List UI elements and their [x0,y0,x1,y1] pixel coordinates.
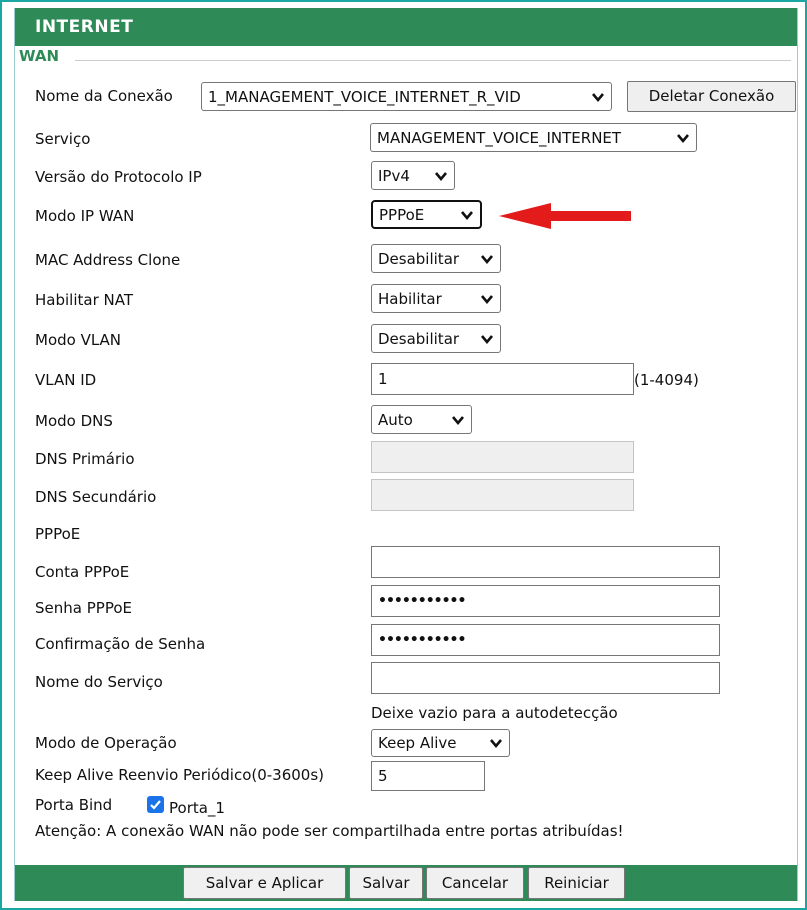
operation-mode-select[interactable]: Keep Alive [371,729,510,757]
wan-ip-mode-select[interactable]: PPPoE [371,200,482,229]
chevron-down-icon [481,294,493,304]
dns-mode-value: Auto [378,410,413,429]
connection-name-select[interactable]: 1_MANAGEMENT_VOICE_INTERNET_R_VID [201,82,612,111]
wan-legend: WAN [19,47,66,65]
port-1-checkbox[interactable] [147,796,164,813]
operation-mode-value: Keep Alive [378,734,457,752]
service-name-label: Nome do Serviço [35,673,163,691]
wan-ip-mode-label: Modo IP WAN [35,207,135,225]
wan-ip-mode-value: PPPoE [379,205,425,224]
chevron-down-icon [677,133,689,143]
nat-select[interactable]: Habilitar [371,284,501,313]
checkmark-icon [150,800,161,810]
dns-secondary-label: DNS Secundário [35,488,157,506]
mac-clone-label: MAC Address Clone [35,251,181,269]
ip-version-select[interactable]: IPv4 [371,161,455,190]
restart-button[interactable]: Reiniciar [528,867,625,899]
service-select[interactable]: MANAGEMENT_VOICE_INTERNET [370,123,697,152]
mac-clone-value: Desabilitar [378,249,460,268]
service-value: MANAGEMENT_VOICE_INTERNET [377,128,622,147]
ip-version-value: IPv4 [378,166,410,185]
mac-clone-select[interactable]: Desabilitar [371,244,501,273]
ip-version-label: Versão do Protocolo IP [35,168,202,186]
chevron-down-icon [481,334,493,344]
connection-name-value: 1_MANAGEMENT_VOICE_INTERNET_R_VID [208,87,521,106]
chevron-down-icon [461,210,473,220]
save-button[interactable]: Salvar [349,867,423,899]
service-name-input[interactable] [371,662,720,694]
vlan-mode-value: Desabilitar [378,329,460,348]
password-confirm-label: Confirmação de Senha [35,635,206,653]
internet-panel: INTERNET WAN Nome da Conexão 1_MANAGEMEN… [14,8,798,901]
legend-divider [75,60,791,61]
vlan-id-label: VLAN ID [35,371,97,389]
password-confirm-input[interactable]: ••••••••••• [371,624,720,656]
nat-value: Habilitar [378,289,442,308]
service-name-hint: Deixe vazio para a autodetecção [371,704,618,722]
save-apply-button[interactable]: Salvar e Aplicar [183,867,346,899]
pppoe-password-input[interactable]: ••••••••••• [371,585,720,617]
dns-secondary-input[interactable] [371,479,634,511]
vlan-id-input[interactable]: 1 [371,363,634,395]
dns-primary-input[interactable] [371,441,634,473]
port-bind-label: Porta Bind [35,796,113,814]
section-header: INTERNET [15,8,797,46]
keep-alive-input[interactable]: 5 [371,761,485,791]
connection-name-label: Nome da Conexão [35,87,173,105]
port-1-label: Porta_1 [169,799,225,817]
nat-label: Habilitar NAT [35,291,133,309]
dns-mode-label: Modo DNS [35,412,113,430]
pppoe-account-input[interactable] [371,546,720,578]
operation-mode-label: Modo de Operação [35,734,177,752]
chevron-down-icon [490,739,502,749]
service-label: Serviço [35,130,91,148]
pppoe-password-label: Senha PPPoE [35,599,132,617]
vlan-mode-label: Modo VLAN [35,331,122,349]
chevron-down-icon [435,171,447,181]
vlan-mode-select[interactable]: Desabilitar [371,324,501,353]
footer-bar: Salvar e Aplicar Salvar Cancelar Reinici… [15,865,797,901]
dns-primary-label: DNS Primário [35,450,135,468]
pppoe-account-label: Conta PPPoE [35,563,130,581]
chevron-down-icon [481,254,493,264]
vlan-id-range-hint: (1-4094) [634,371,699,389]
chevron-down-icon [592,92,604,102]
chevron-down-icon [452,415,464,425]
keep-alive-label: Keep Alive Reenvio Periódico(0-3600s) [35,766,325,784]
delete-connection-button[interactable]: Deletar Conexão [627,81,796,112]
dns-mode-select[interactable]: Auto [371,405,472,434]
cancel-button[interactable]: Cancelar [426,867,524,899]
port-bind-warning: Atenção: A conexão WAN não pode ser comp… [35,822,624,840]
red-arrow-icon [499,203,631,229]
pppoe-heading: PPPoE [35,525,81,543]
